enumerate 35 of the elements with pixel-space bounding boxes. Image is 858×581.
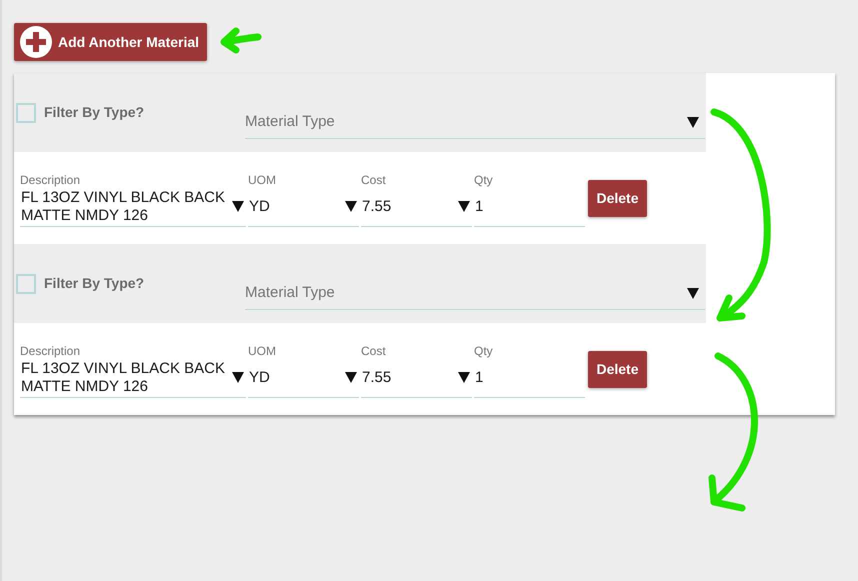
caret-icon <box>687 288 699 299</box>
input-field[interactable]: 1 <box>474 189 585 227</box>
delete-button[interactable]: Delete <box>588 351 647 388</box>
select-field[interactable]: Material Type <box>245 278 705 310</box>
field-label: Cost <box>361 172 387 188</box>
checkbox[interactable] <box>16 102 36 122</box>
field-label: Cost <box>361 343 387 359</box>
plus-icon <box>20 26 52 58</box>
field-label: UOM <box>248 343 277 359</box>
caret-icon <box>458 201 470 212</box>
checkbox-label: Filter By Type? <box>44 103 144 122</box>
caret-icon <box>232 372 244 383</box>
select-field[interactable]: FL 13OZ VINYL BLACK BACK MATTE NMDY 126 <box>20 360 246 398</box>
caret-icon <box>345 372 357 383</box>
select-field[interactable]: YD <box>248 360 359 398</box>
select-field[interactable]: YD <box>248 189 359 227</box>
field-label: UOM <box>248 172 277 188</box>
caret-icon <box>232 201 244 212</box>
select-field[interactable]: FL 13OZ VINYL BLACK BACK MATTE NMDY 126 <box>20 189 246 227</box>
caret-icon <box>345 201 357 212</box>
delete-button[interactable]: Delete <box>588 180 647 217</box>
field-label: Description <box>20 172 82 188</box>
field-label: Qty <box>474 172 494 188</box>
field-label: Description <box>20 343 82 359</box>
caret-icon <box>687 117 699 128</box>
select-field[interactable]: 7.55 <box>361 360 472 398</box>
select-field[interactable]: Material Type <box>245 107 705 139</box>
caret-icon <box>458 372 470 383</box>
field-label: Qty <box>474 343 494 359</box>
select-field[interactable]: 7.55 <box>361 189 472 227</box>
checkbox[interactable] <box>16 274 36 294</box>
input-field[interactable]: 1 <box>474 360 585 398</box>
arrow-annotation <box>220 28 262 54</box>
checkbox-label: Filter By Type? <box>44 274 144 293</box>
add-material-button[interactable]: Add Another Material <box>14 23 208 61</box>
